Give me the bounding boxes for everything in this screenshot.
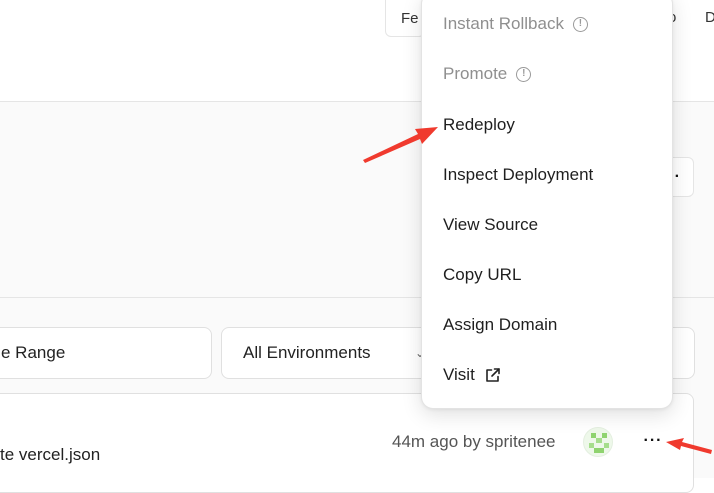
date-range-filter[interactable]: e Range xyxy=(0,327,212,379)
header-text[interactable]: D xyxy=(705,9,714,26)
environment-label: All Environments xyxy=(243,343,371,362)
menu-item-assign-domain[interactable]: Assign Domain xyxy=(443,310,557,340)
avatar[interactable] xyxy=(583,427,613,457)
menu-item-visit[interactable]: Visit xyxy=(443,360,502,390)
menu-item-label: Assign Domain xyxy=(443,315,558,334)
header-button-label: Fe xyxy=(401,9,419,27)
info-icon: ! xyxy=(516,66,532,82)
commit-message: te vercel.json xyxy=(0,445,101,464)
header-button[interactable]: Fe xyxy=(385,0,425,37)
deployment-more-button[interactable]: ··· xyxy=(640,430,666,454)
info-icon: ! xyxy=(572,16,588,32)
menu-item-label: Copy URL xyxy=(443,265,522,284)
deployment-context-menu: Instant Rollback ! Promote ! Redeploy In… xyxy=(421,0,673,409)
menu-item-redeploy[interactable]: Redeploy xyxy=(443,110,515,140)
menu-item-view-source[interactable]: View Source xyxy=(443,210,538,240)
menu-item-label: Visit xyxy=(443,365,475,384)
menu-item-label: Instant Rollback xyxy=(443,14,564,33)
annotation-arrow-icon xyxy=(666,438,712,454)
environment-filter[interactable]: All Environments ⌄ xyxy=(221,327,439,379)
date-range-label: e Range xyxy=(1,343,66,362)
menu-item-label: View Source xyxy=(443,215,539,234)
menu-item-label: Redeploy xyxy=(443,115,515,134)
external-link-icon xyxy=(484,366,502,384)
annotation-arrow-icon xyxy=(363,127,438,163)
more-icon: ··· xyxy=(643,432,663,449)
deployment-meta: 44m ago by spritenee xyxy=(392,432,556,451)
menu-item-instant-rollback[interactable]: Instant Rollback ! xyxy=(443,9,588,39)
menu-item-copy-url[interactable]: Copy URL xyxy=(443,260,521,290)
menu-item-label: Inspect Deployment xyxy=(443,165,594,184)
menu-item-promote[interactable]: Promote ! xyxy=(443,59,532,89)
menu-item-inspect-deployment[interactable]: Inspect Deployment xyxy=(443,160,593,190)
menu-item-label: Promote xyxy=(443,64,508,83)
